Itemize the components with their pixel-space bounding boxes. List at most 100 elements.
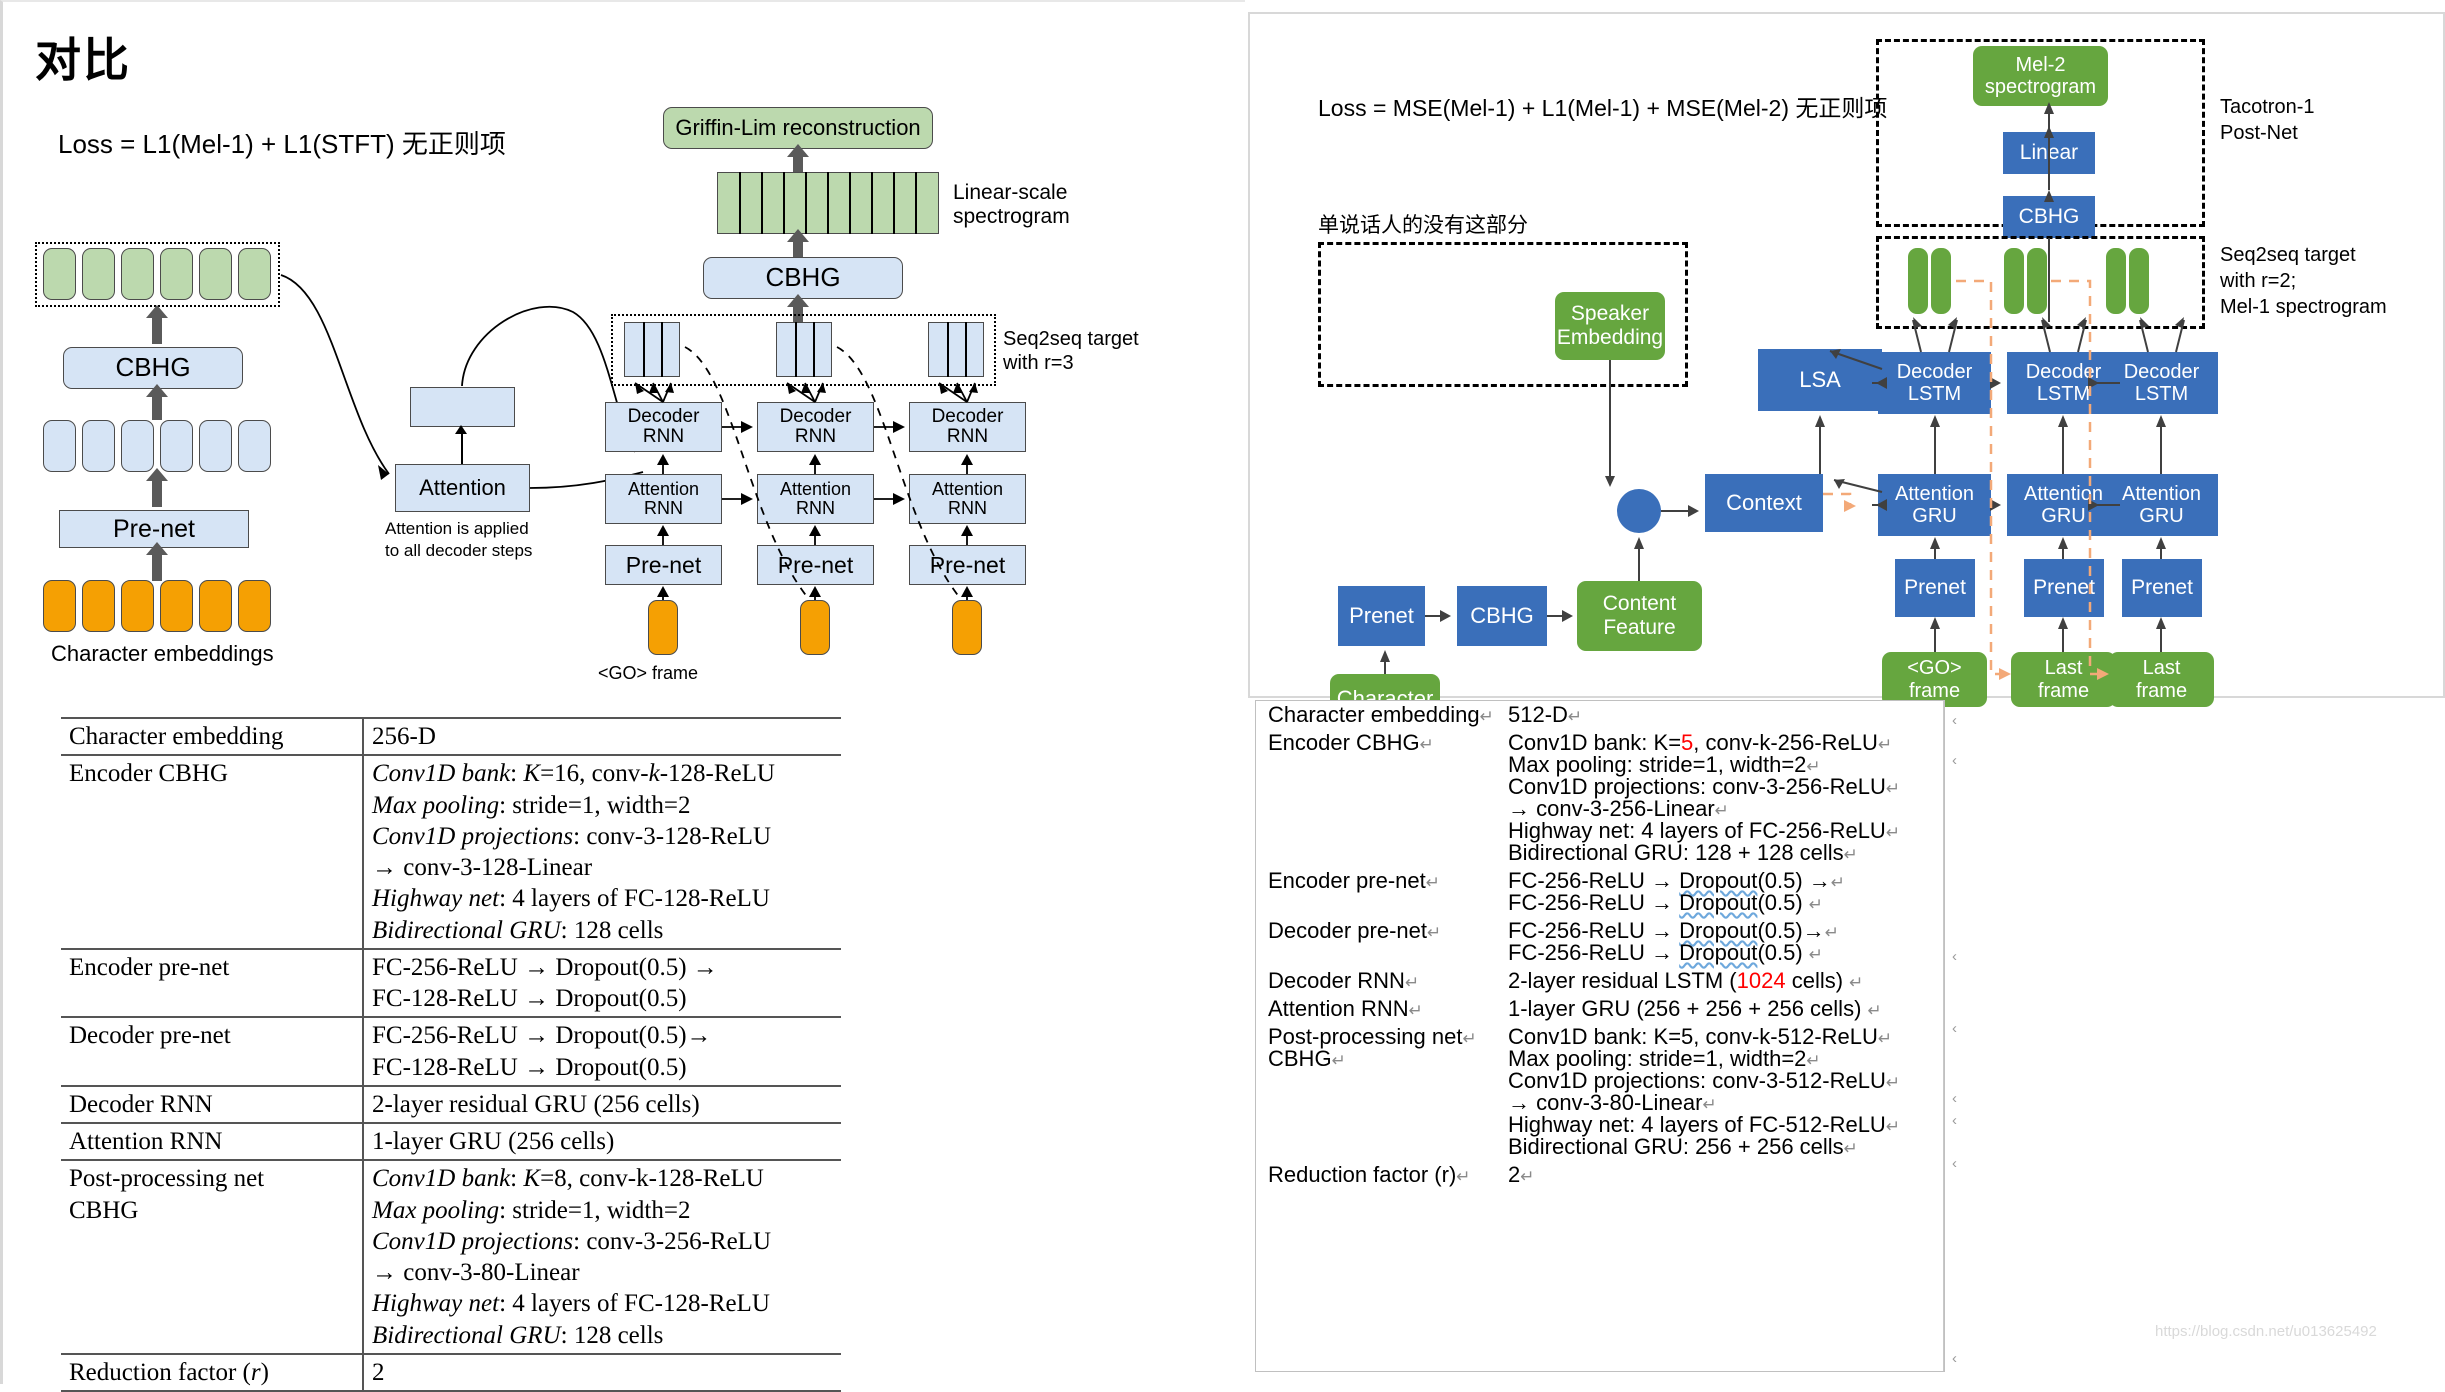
decoder-output-frame <box>928 322 984 377</box>
encoder-hidden-cell <box>43 420 76 472</box>
table-cell-key: Post-processing net↵ CBHG↵ <box>1268 1024 1477 1071</box>
table-row: Character embedding↵ 512-D↵ <box>1256 701 1944 729</box>
strip-divider <box>893 172 895 234</box>
decoder-prenet-box: Prenet <box>2122 559 2202 617</box>
table-cell-value: 2 <box>372 1358 385 1386</box>
table-cell-key: Decoder pre-net <box>61 1017 364 1086</box>
revision-mark: ‹ <box>1952 1090 1957 1107</box>
go-frame-cell <box>648 600 678 655</box>
attention-gru-box: Attention GRU <box>1878 474 1991 536</box>
go-frame-line1: <GO> <box>1907 657 1962 680</box>
decoder-lstm-box: Decoder LSTM <box>1878 352 1991 414</box>
go-frame-label: <GO> frame <box>598 663 699 683</box>
table-row: Post-processing net CBHG Conv1D bank: K=8… <box>61 1160 841 1354</box>
flow-line <box>152 477 162 507</box>
encoder-output-cell <box>121 248 154 300</box>
flow-line <box>152 551 162 581</box>
table-cell-value: FC-256-ReLU → Dropout(0.5) → FC-128-ReLU… <box>372 953 718 1012</box>
decoder-lstm-line1: Decoder <box>1896 360 1973 383</box>
attention-note-line1: Attention is applied <box>385 519 529 538</box>
table-row: Reduction factor (r)↵ 2↵ <box>1256 1161 1944 1189</box>
encoder-output-cell <box>82 248 115 300</box>
decoder-rnn-box: Decoder RNN <box>757 402 874 452</box>
frame-divider <box>813 322 815 377</box>
flow-arrow-icon <box>787 294 809 307</box>
decoder-lstm-line1: Decoder <box>2123 360 2200 383</box>
char-embedding-cell <box>199 580 232 632</box>
table-cell-value: Conv1D bank: K=8, conv-k-128-ReLU Max po… <box>372 1165 772 1349</box>
attention-rnn-label-line1: Attention <box>627 479 700 500</box>
attention-rnn-label-line2: RNN <box>948 498 987 518</box>
encoder-hidden-cell <box>82 420 115 472</box>
last-frame-line2: frame <box>2135 679 2188 702</box>
encoder-cbhg-box: CBHG <box>1457 586 1547 646</box>
lsa-box: LSA <box>1758 349 1882 411</box>
revision-mark: ‹ <box>1952 752 1957 769</box>
mel-frame-cell <box>2004 248 2024 314</box>
table-cell-key: Character embedding↵ <box>1268 702 1494 727</box>
table-cell-key: Decoder pre-net↵ <box>1268 918 1442 943</box>
decoder-prenet-box: Pre-net <box>605 545 722 585</box>
char-embedding-cell <box>82 580 115 632</box>
attention-gru-line1: Attention <box>2122 482 2201 505</box>
post-cbhg-box: CBHG <box>703 257 903 299</box>
speaker-embedding-box: Speaker Embedding <box>1555 292 1665 360</box>
table-cell-value: FC-256-ReLU → Dropout(0.5)→ FC-128-ReLU … <box>372 1022 712 1081</box>
char-embedding-cell <box>43 580 76 632</box>
attention-gru-line1: Attention <box>2024 482 2103 505</box>
revision-mark: ‹ <box>1952 1020 1957 1037</box>
flow-arrow-icon <box>787 229 809 242</box>
table-cell-key: Decoder RNN↵ <box>1268 968 1420 993</box>
attention-gru-box: Attention GRU <box>2105 474 2218 536</box>
table-cell-value: FC-256-ReLU → Dropout(0.5) →↵ FC-256-ReL… <box>1508 868 1846 915</box>
strip-divider <box>849 172 851 234</box>
last-frame-box: Last frame <box>2011 652 2116 707</box>
right-loss-formula: Loss = MSE(Mel-1) + L1(Mel-1) + MSE(Mel-… <box>1318 95 1888 121</box>
table-cell-key: Decoder RNN <box>61 1085 364 1123</box>
decoder-rnn-label-line2: RNN <box>642 426 685 447</box>
table-cell-key: Character embedding <box>61 718 364 756</box>
char-embedding-cell <box>238 580 271 632</box>
strip-divider <box>827 172 829 234</box>
char-embedding-cell <box>160 580 193 632</box>
seq2seq-label-line1: Seq2seq target <box>1003 328 1139 350</box>
strip-divider <box>783 172 785 234</box>
decoder-rnn-box: Decoder RNN <box>605 402 722 452</box>
decoder-lstm-line2: LSTM <box>2036 383 2091 405</box>
watermark: https://blog.csdn.net/u013625492 <box>2155 1323 2377 1340</box>
decoder-rnn-label-line2: RNN <box>946 426 989 447</box>
flow-arrow-icon <box>146 542 168 555</box>
attention-rnn-label-line2: RNN <box>644 498 683 518</box>
flow-arrow-icon <box>146 468 168 481</box>
go-frame-box: <GO> frame <box>1882 652 1987 707</box>
seq2seq-label-line2: with r=3 <box>1003 352 1074 374</box>
griffin-lim-box: Griffin-Lim reconstruction <box>663 107 933 149</box>
decoder-prenet-box: Pre-net <box>909 545 1026 585</box>
mel-frame-cell <box>1931 248 1951 314</box>
table-cell-key: Reduction factor (r) <box>61 1353 364 1391</box>
table-cell-key: Attention RNN↵ <box>1268 996 1423 1021</box>
postnet-label-line1: Tacotron-1 <box>2220 96 2315 118</box>
table-row: Encoder pre-net FC-256-ReLU → Dropout(0.… <box>61 948 841 1018</box>
decoder-rnn-label-line2: RNN <box>794 426 837 447</box>
mel-frame-cell <box>2027 248 2047 314</box>
attention-box: Attention <box>395 464 530 512</box>
concat-node <box>1617 489 1661 533</box>
char-embedding-cell <box>121 580 154 632</box>
table-row: Decoder RNN 2-layer residual GRU (256 ce… <box>61 1085 841 1123</box>
frame-divider <box>795 322 797 377</box>
table-cell-key: Encoder pre-net↵ <box>1268 868 1441 893</box>
table-cell-value: 1-layer GRU (256 cells) <box>372 1128 615 1155</box>
flow-arrow-icon <box>787 144 809 157</box>
decoder-rnn-box: Decoder RNN <box>909 402 1026 452</box>
table-cell-value: 2↵ <box>1508 1162 1535 1187</box>
attention-context-box <box>410 387 515 427</box>
revision-mark: ‹ <box>1952 1350 1957 1367</box>
table-row: Decoder pre-net FC-256-ReLU → Dropout(0.… <box>61 1017 841 1086</box>
encoder-hidden-cell <box>121 420 154 472</box>
page-title: 对比 <box>35 34 131 86</box>
input-frame-cell <box>952 600 982 655</box>
table-row: Decoder RNN↵ 2-layer residual LSTM (1024… <box>1256 967 1944 995</box>
table-row: Character embedding 256-D <box>61 718 841 756</box>
last-frame-box: Last frame <box>2109 652 2214 707</box>
